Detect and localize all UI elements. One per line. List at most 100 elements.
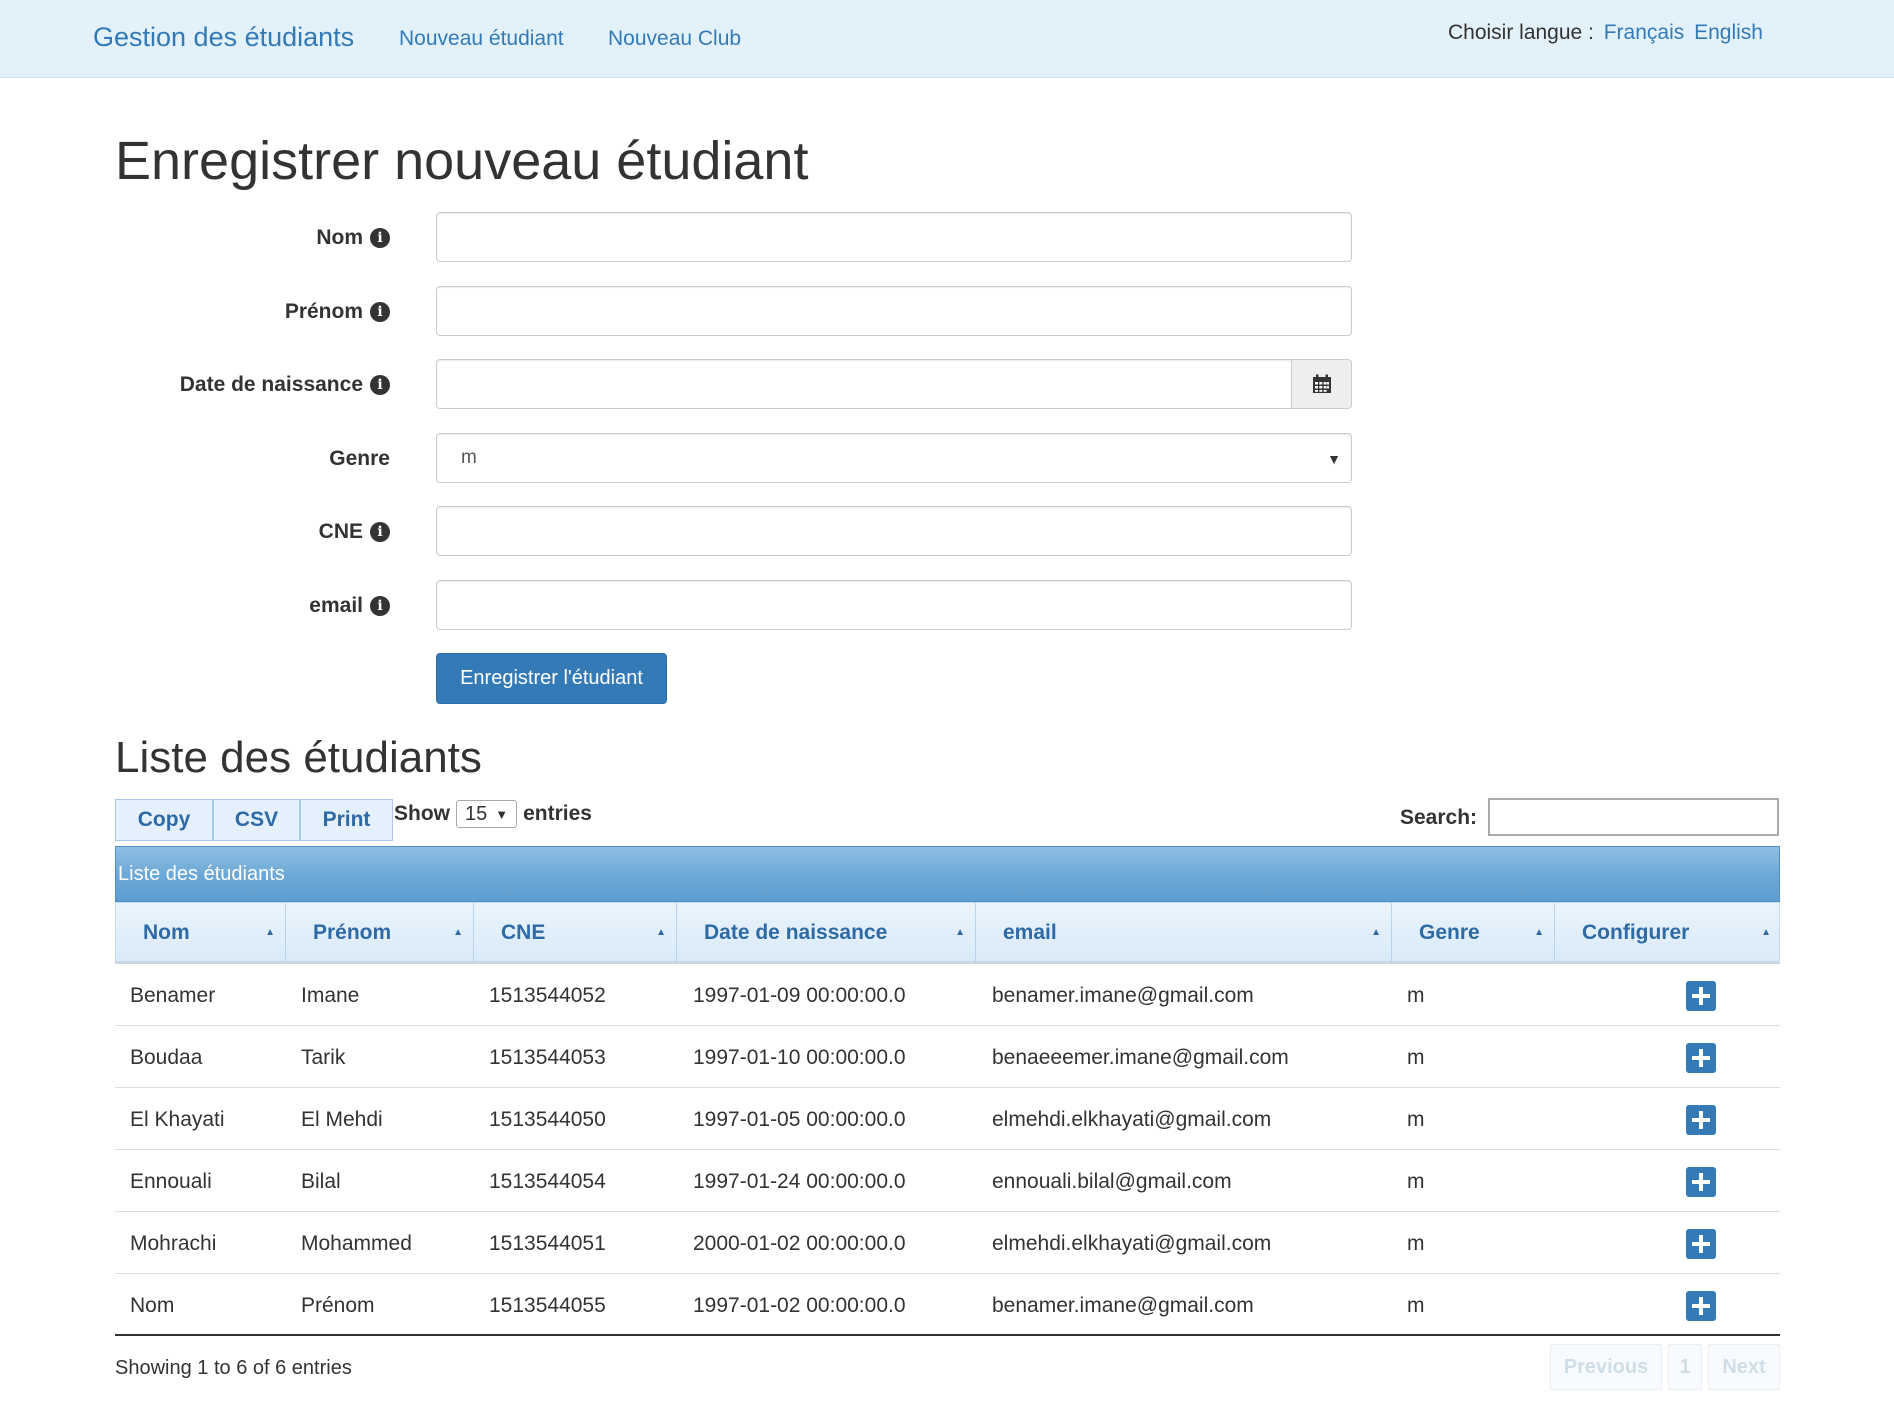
column-header-cne[interactable]: CNE ▲: [474, 903, 677, 962]
table-row: Ennouali Bilal 1513544054 1997-01-24 00:…: [115, 1150, 1780, 1212]
language-label: Choisir langue :: [1447, 21, 1594, 44]
genre-select[interactable]: m ▼: [436, 433, 1352, 483]
cell-date: 1997-01-05 00:00:00.0: [693, 1108, 906, 1131]
caret-down-icon: ▼: [495, 806, 509, 822]
column-header-label: Prénom: [313, 920, 392, 944]
cell-date: 1997-01-09 00:00:00.0: [693, 984, 906, 1007]
previous-page-button[interactable]: Previous: [1550, 1344, 1662, 1390]
column-header-email[interactable]: email ▲: [976, 903, 1392, 962]
label-date: Date de naissance i: [180, 373, 390, 397]
info-icon[interactable]: i: [370, 375, 390, 395]
next-page-button[interactable]: Next: [1708, 1344, 1780, 1390]
label-genre-text: Genre: [329, 447, 390, 470]
info-icon[interactable]: i: [370, 228, 390, 248]
table-row: Mohrachi Mohammed 1513544051 2000-01-02 …: [115, 1212, 1780, 1274]
column-header-genre[interactable]: Genre ▲: [1392, 903, 1555, 962]
plus-square-icon[interactable]: [1686, 1291, 1716, 1321]
form-row-email: email i: [0, 580, 1360, 632]
search-label: Search:: [1400, 806, 1478, 829]
sort-icon: ▲: [1371, 927, 1381, 938]
plus-square-icon[interactable]: [1686, 1229, 1716, 1259]
plus-square-icon[interactable]: [1686, 1043, 1716, 1073]
column-header-label: Configurer: [1582, 920, 1690, 944]
cell-email: elmehdi.elkhayati@gmail.com: [992, 1232, 1272, 1255]
language-chooser: Choisir langue : Français English: [1448, 21, 1763, 45]
form-title: Enregistrer nouveau étudiant: [115, 131, 809, 191]
cell-email: benamer.imane@gmail.com: [992, 1294, 1254, 1317]
cell-genre: m: [1407, 1170, 1425, 1193]
page-length-control: Show 15 ▼ entries: [394, 800, 592, 828]
info-icon[interactable]: i: [370, 596, 390, 616]
cell-date: 1997-01-02 00:00:00.0: [693, 1294, 906, 1317]
label-prenom-text: Prénom: [284, 300, 363, 323]
column-header-label: email: [1003, 920, 1057, 944]
label-date-text: Date de naissance: [179, 373, 363, 396]
navbar-brand[interactable]: Gestion des étudiants: [93, 22, 354, 53]
cell-cne: 1513544055: [489, 1294, 606, 1317]
copy-button[interactable]: Copy: [115, 799, 213, 841]
cell-genre: m: [1407, 1046, 1425, 1069]
cell-nom: El Khayati: [130, 1108, 225, 1131]
cell-date: 1997-01-24 00:00:00.0: [693, 1170, 906, 1193]
column-header-date[interactable]: Date de naissance ▲: [677, 903, 976, 962]
genre-selected-value: m: [461, 447, 477, 468]
label-genre: Genre: [329, 447, 390, 471]
cell-prenom: El Mehdi: [301, 1108, 383, 1131]
email-input[interactable]: [436, 580, 1352, 630]
page-length-value: 15: [465, 802, 488, 825]
sort-icon: ▲: [955, 927, 965, 938]
language-link-en[interactable]: English: [1694, 21, 1763, 44]
cell-cne: 1513544052: [489, 984, 606, 1007]
column-header-prenom[interactable]: Prénom ▲: [286, 903, 474, 962]
label-nom-text: Nom: [316, 226, 363, 249]
sort-icon: ▲: [453, 927, 463, 938]
sort-icon: ▲: [1761, 927, 1771, 938]
table-header: Nom ▲ Prénom ▲ CNE ▲ Date de naissance ▲ ema…: [115, 902, 1780, 964]
table-caption: Liste des étudiants: [115, 846, 1780, 902]
cell-genre: m: [1407, 1294, 1425, 1317]
page-length-select[interactable]: 15 ▼: [456, 800, 518, 828]
info-icon[interactable]: i: [370, 522, 390, 542]
plus-square-icon[interactable]: [1686, 1167, 1716, 1197]
label-email-text: email: [309, 594, 363, 617]
prenom-input[interactable]: [436, 286, 1352, 336]
caret-down-icon: ▼: [1327, 451, 1341, 467]
cell-genre: m: [1407, 1232, 1425, 1255]
cell-email: benaeeemer.imane@gmail.com: [992, 1046, 1289, 1069]
form-row-nom: Nom i: [0, 212, 1360, 264]
form-row-genre: Genre m ▼: [0, 433, 1360, 485]
nom-input[interactable]: [436, 212, 1352, 262]
column-header-configurer[interactable]: Configurer ▲: [1555, 903, 1781, 962]
cell-prenom: Imane: [301, 984, 360, 1007]
cell-cne: 1513544054: [489, 1170, 606, 1193]
cne-input[interactable]: [436, 506, 1352, 556]
nav-link-nouveau-etudiant[interactable]: Nouveau étudiant: [399, 27, 564, 51]
label-cne-text: CNE: [318, 520, 363, 543]
table-row: Nom Prénom 1513544055 1997-01-02 00:00:0…: [115, 1274, 1780, 1336]
page-1-button[interactable]: 1: [1668, 1344, 1702, 1390]
plus-square-icon[interactable]: [1686, 981, 1716, 1011]
column-header-nom[interactable]: Nom ▲: [116, 903, 286, 962]
nav-link-nouveau-club[interactable]: Nouveau Club: [608, 27, 741, 51]
date-naissance-input[interactable]: [436, 359, 1292, 409]
table-info: Showing 1 to 6 of 6 entries: [115, 1357, 352, 1379]
language-link-fr[interactable]: Français: [1604, 21, 1685, 44]
sort-icon: ▲: [1534, 927, 1544, 938]
calendar-icon: [1312, 374, 1331, 393]
plus-square-icon[interactable]: [1686, 1105, 1716, 1135]
cell-email: elmehdi.elkhayati@gmail.com: [992, 1108, 1272, 1131]
list-title: Liste des étudiants: [115, 733, 482, 782]
print-button[interactable]: Print: [300, 799, 393, 841]
csv-button[interactable]: CSV: [213, 799, 300, 841]
navbar: Gestion des étudiants Nouveau étudiant N…: [0, 0, 1894, 78]
info-icon[interactable]: i: [370, 302, 390, 322]
entries-label: entries: [523, 802, 592, 825]
submit-student-button[interactable]: Enregistrer l'étudiant: [436, 653, 667, 704]
label-prenom: Prénom i: [285, 300, 390, 324]
form-row-cne: CNE i: [0, 506, 1360, 558]
datepicker-button[interactable]: [1291, 359, 1352, 409]
table-row: El Khayati El Mehdi 1513544050 1997-01-0…: [115, 1088, 1780, 1150]
search-input[interactable]: [1488, 798, 1779, 836]
form-row-date: Date de naissance i: [0, 359, 1360, 411]
cell-email: ennouali.bilal@gmail.com: [992, 1170, 1232, 1193]
